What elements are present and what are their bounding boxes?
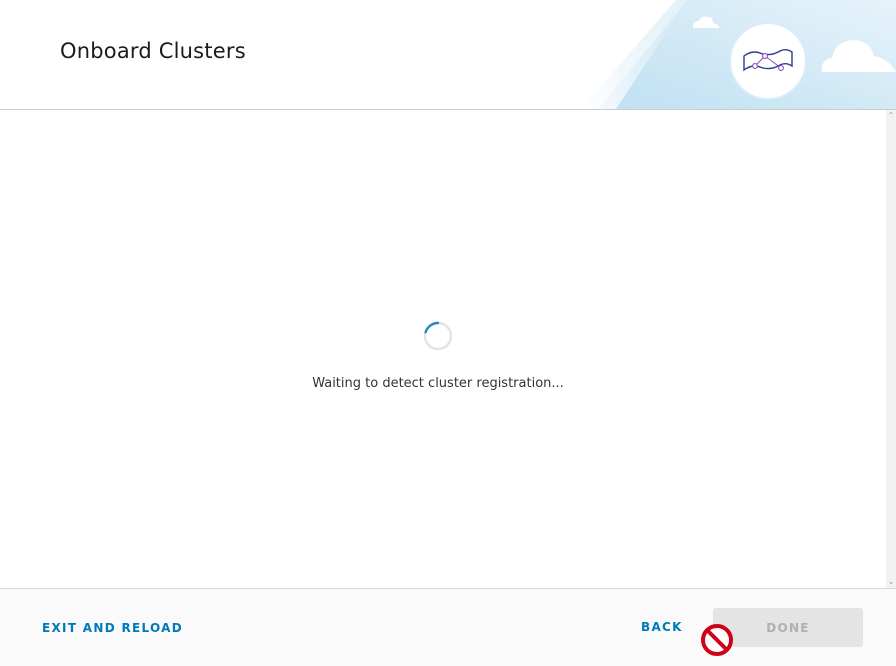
back-button[interactable]: BACK — [641, 620, 683, 634]
done-button[interactable]: DONE — [713, 608, 863, 647]
dialog-header: Onboard Clusters — [0, 0, 896, 110]
vertical-scrollbar[interactable]: ⌃ ⌄ — [886, 110, 896, 588]
loading-spinner-icon — [423, 321, 453, 351]
dialog-title: Onboard Clusters — [60, 39, 246, 63]
scroll-down-icon[interactable]: ⌄ — [887, 578, 895, 586]
not-allowed-cursor-icon — [701, 624, 733, 656]
cluster-network-icon — [729, 22, 807, 100]
status-message: Waiting to detect cluster registration..… — [312, 376, 564, 391]
dialog-footer: EXIT AND RELOAD BACK DONE — [0, 588, 896, 666]
header-illustration — [581, 0, 896, 109]
onboard-clusters-dialog: Onboard Clusters ⌃ ⌄ Waiting to detect c… — [0, 0, 896, 666]
scroll-up-icon[interactable]: ⌃ — [887, 112, 895, 120]
exit-and-reload-button[interactable]: EXIT AND RELOAD — [42, 621, 183, 635]
